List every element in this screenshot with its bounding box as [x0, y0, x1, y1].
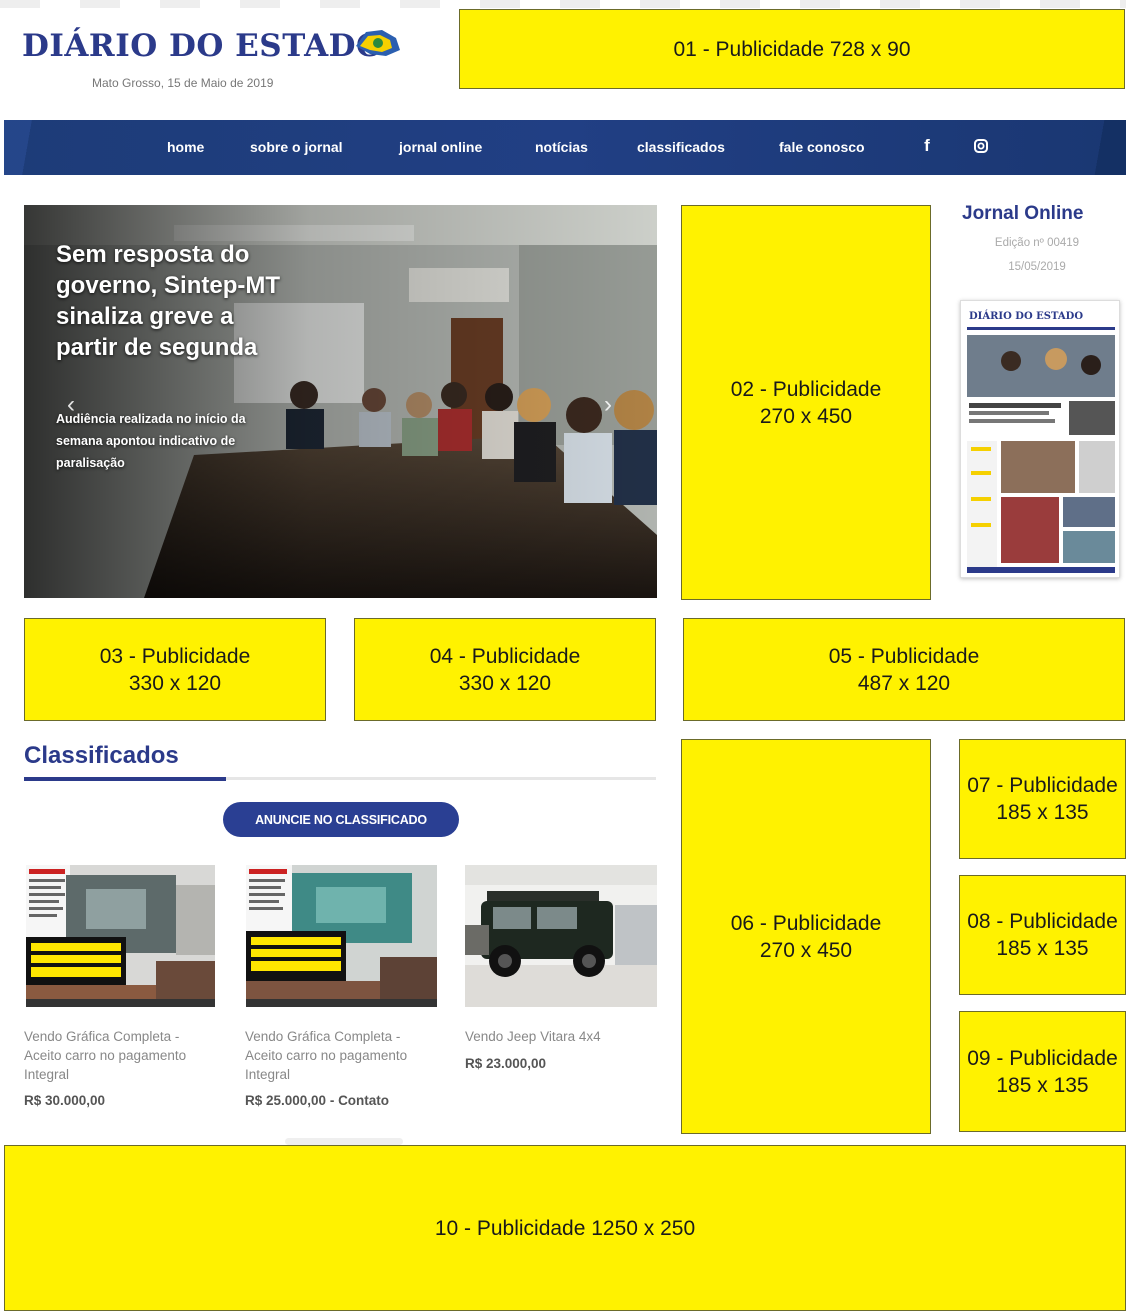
nav-fale-conosco[interactable]: fale conosco	[779, 120, 865, 175]
jornal-online-edition: Edição nº 00419	[994, 237, 1080, 249]
slider-prev-icon[interactable]: ‹	[62, 391, 80, 419]
nav-classificados[interactable]: classificados	[637, 120, 725, 175]
nav-decoration-right	[1066, 120, 1126, 175]
classified-price-3: R$ 23.000,00	[465, 1056, 547, 1071]
newspaper-cover[interactable]: DIÁRIO DO ESTADO	[960, 300, 1120, 578]
jornal-online-title[interactable]: Jornal Online	[962, 203, 1112, 225]
dateline: Mato Grosso, 15 de Maio de 2019	[92, 76, 274, 90]
nav-jornal-online[interactable]: jornal online	[399, 120, 482, 175]
ad-slot-05[interactable]: 05 - Publicidade 487 x 120	[683, 618, 1125, 721]
nav-home[interactable]: home	[167, 120, 204, 175]
classified-thumb-1[interactable]	[26, 865, 215, 1007]
hero-headline[interactable]: Sem resposta do governo, Sintep-MT sinal…	[56, 239, 296, 363]
mato-grosso-emblem-icon	[352, 26, 402, 60]
facebook-icon[interactable]: f	[916, 134, 938, 158]
classified-image-1	[26, 865, 215, 1007]
ad-slot-01[interactable]: 01 - Publicidade 728 x 90	[459, 9, 1125, 89]
classified-thumb-3[interactable]	[465, 865, 657, 1007]
classified-image-2	[246, 865, 437, 1007]
classified-thumb-2[interactable]	[246, 865, 437, 1007]
anuncie-classificado-button[interactable]: ANUNCIE NO CLASSIFICADO	[223, 802, 459, 837]
classificados-title: Classificados	[24, 742, 179, 769]
nav-decoration-left	[4, 120, 64, 175]
ad-slot-07[interactable]: 07 - Publicidade 185 x 135	[959, 739, 1126, 859]
nav-noticias[interactable]: notícias	[535, 120, 588, 175]
top-decoration	[0, 0, 1126, 8]
hero-slider[interactable]: Sem resposta do governo, Sintep-MT sinal…	[24, 205, 657, 598]
hero-subtitle: Audiência realizada no início da semana …	[56, 412, 246, 470]
classified-price-2: R$ 25.000,00 - Contato	[245, 1093, 390, 1108]
site-logo[interactable]: DIÁRIO DO ESTADO	[22, 28, 402, 68]
jornal-online-date: 15/05/2019	[1008, 261, 1066, 273]
classified-name-2[interactable]: Vendo Gráfica Completa - Aceito carro no…	[245, 1027, 440, 1084]
classified-image-3	[465, 865, 657, 1007]
ad-slot-04[interactable]: 04 - Publicidade 330 x 120	[354, 618, 656, 721]
newspaper-cover-graphics	[967, 327, 1115, 573]
nav-sobre-o-jornal[interactable]: sobre o jornal	[250, 120, 343, 175]
ad-slot-10[interactable]: 10 - Publicidade 1250 x 250	[4, 1145, 1126, 1311]
classificados-divider-accent	[24, 777, 226, 781]
carousel-scroll-indicator[interactable]	[285, 1138, 403, 1145]
ad-slot-06[interactable]: 06 - Publicidade 270 x 450	[681, 739, 931, 1134]
classified-price-1: R$ 30.000,00	[24, 1093, 106, 1108]
instagram-icon[interactable]	[970, 134, 992, 158]
ad-slot-03[interactable]: 03 - Publicidade 330 x 120	[24, 618, 326, 721]
ad-slot-08[interactable]: 08 - Publicidade 185 x 135	[959, 875, 1126, 995]
ad-slot-02[interactable]: 02 - Publicidade 270 x 450	[681, 205, 931, 600]
classified-name-3[interactable]: Vendo Jeep Vitara 4x4	[465, 1027, 660, 1046]
slider-next-icon[interactable]: ›	[599, 391, 617, 419]
classified-name-1[interactable]: Vendo Gráfica Completa - Aceito carro no…	[24, 1027, 219, 1084]
ad-slot-09[interactable]: 09 - Publicidade 185 x 135	[959, 1011, 1126, 1132]
